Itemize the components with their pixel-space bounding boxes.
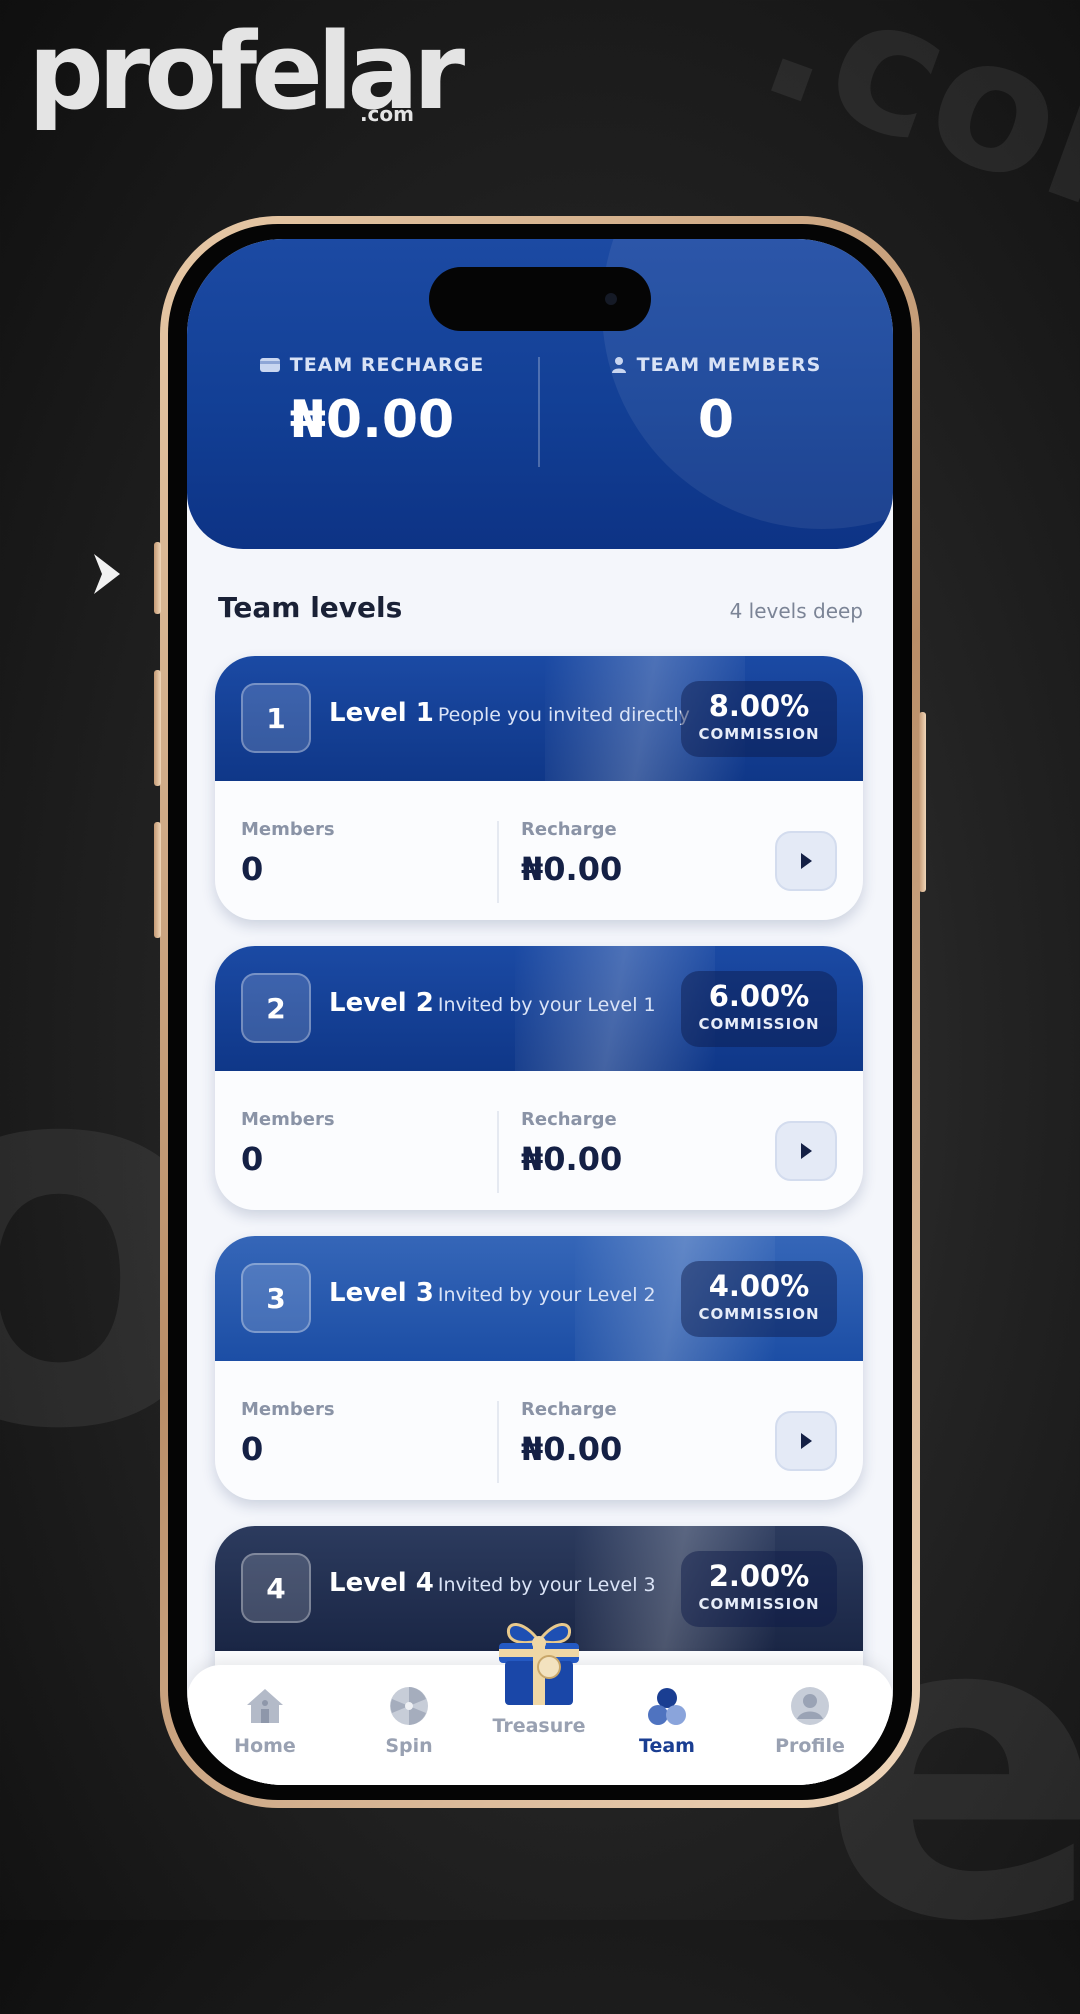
team-icon — [648, 1688, 686, 1725]
recharge-value: ₦0.00 — [521, 1430, 623, 1468]
level-title: Level 4 Invited by your Level 3 — [329, 1568, 656, 1598]
level-number-badge: 3 — [241, 1263, 311, 1333]
commission-rate: 4.00% — [708, 1269, 810, 1303]
level-header: 2 Level 2 Invited by your Level 1 6.00% C… — [215, 946, 863, 1071]
level-detail-button[interactable] — [775, 1121, 837, 1181]
team-members-label: TEAM MEMBERS — [636, 354, 822, 376]
nav-spin[interactable]: Spin — [349, 1685, 469, 1757]
gift-box-icon — [499, 1623, 579, 1705]
commission-label: COMMISSION — [698, 1015, 820, 1033]
team-members-value: 0 — [697, 390, 735, 450]
level-title: Level 2 Invited by your Level 1 — [329, 988, 656, 1018]
level-card-3[interactable]: 3 Level 3 Invited by your Level 2 4.00% C… — [215, 1236, 863, 1500]
level-number-badge: 4 — [241, 1553, 311, 1623]
level-card-2[interactable]: 2 Level 2 Invited by your Level 1 6.00% C… — [215, 946, 863, 1210]
nav-team-label: Team — [639, 1735, 695, 1757]
pointer-arrow-icon — [92, 552, 122, 600]
members-value: 0 — [241, 850, 264, 888]
phone-side-button — [919, 712, 926, 892]
phone-side-button — [154, 822, 161, 938]
team-recharge-stat: TEAM RECHARGE ₦0.00 — [207, 354, 537, 450]
commission-label: COMMISSION — [698, 1595, 820, 1613]
team-recharge-value: ₦0.00 — [289, 390, 455, 450]
commission-rate: 8.00% — [708, 689, 810, 723]
nav-profile[interactable]: Profile — [750, 1685, 870, 1757]
level-stats: Members 0 Recharge ₦0.00 — [215, 1081, 863, 1210]
commission-label: COMMISSION — [698, 725, 820, 743]
section-title: Team levels — [218, 591, 403, 624]
level-stats: Members 0 Recharge ₦0.00 — [215, 1371, 863, 1500]
play-arrow-icon — [801, 853, 812, 869]
spin-wheel-icon — [390, 1687, 428, 1725]
members-label: Members — [241, 819, 335, 840]
brand-suffix: .com — [359, 102, 414, 126]
commission-rate: 2.00% — [708, 1559, 810, 1593]
wallet-icon — [259, 358, 280, 372]
play-arrow-icon — [801, 1143, 812, 1159]
level-description: Invited by your Level 3 — [437, 1574, 656, 1596]
members-value: 0 — [241, 1430, 264, 1468]
recharge-value: ₦0.00 — [521, 1140, 623, 1178]
team-recharge-label: TEAM RECHARGE — [289, 354, 485, 376]
nav-home[interactable]: Home — [205, 1685, 325, 1757]
recharge-label: Recharge — [521, 1109, 617, 1130]
section-subtitle: 4 levels deep — [729, 599, 863, 623]
level-detail-button[interactable] — [775, 1411, 837, 1471]
recharge-value: ₦0.00 — [521, 850, 623, 888]
level-title: Level 1 People you invited directly — [329, 698, 690, 728]
phone-screen: TEAM RECHARGE ₦0.00 TEAM MEMBERS 0 Team … — [187, 239, 893, 1785]
dynamic-island — [429, 267, 651, 331]
home-icon — [247, 1689, 283, 1723]
level-header: 3 Level 3 Invited by your Level 2 4.00% C… — [215, 1236, 863, 1361]
profile-icon — [791, 1687, 829, 1725]
commission-badge: 6.00% COMMISSION — [681, 971, 837, 1047]
level-header: 1 Level 1 People you invited directly 8.0… — [215, 656, 863, 781]
level-name: Level 1 — [329, 698, 434, 728]
level-stats: Members 0 Recharge ₦0.00 — [215, 791, 863, 920]
commission-badge: 4.00% COMMISSION — [681, 1261, 837, 1337]
nav-team[interactable]: Team — [607, 1685, 727, 1757]
commission-badge: 2.00% COMMISSION — [681, 1551, 837, 1627]
members-label: Members — [241, 1399, 335, 1420]
nav-treasure-label: Treasure — [492, 1715, 586, 1737]
brand-logo: profelar .com — [28, 10, 465, 133]
nav-profile-label: Profile — [775, 1735, 845, 1757]
level-description: Invited by your Level 1 — [437, 994, 656, 1016]
level-number-badge: 1 — [241, 683, 311, 753]
level-detail-button[interactable] — [775, 831, 837, 891]
commission-label: COMMISSION — [698, 1305, 820, 1323]
phone-side-button — [154, 542, 161, 614]
play-arrow-icon — [801, 1433, 812, 1449]
commission-rate: 6.00% — [708, 979, 810, 1013]
commission-badge: 8.00% COMMISSION — [681, 681, 837, 757]
person-icon — [611, 357, 626, 373]
header-divider — [538, 357, 540, 467]
nav-home-label: Home — [234, 1735, 296, 1757]
level-card-1[interactable]: 1 Level 1 People you invited directly 8.0… — [215, 656, 863, 920]
phone-side-button — [154, 670, 161, 786]
nav-spin-label: Spin — [385, 1735, 433, 1757]
nav-treasure[interactable]: Treasure — [479, 1611, 599, 1737]
level-description: People you invited directly — [437, 704, 690, 726]
members-label: Members — [241, 1109, 335, 1130]
level-name: Level 2 — [329, 988, 434, 1018]
level-number-badge: 2 — [241, 973, 311, 1043]
level-title: Level 3 Invited by your Level 2 — [329, 1278, 656, 1308]
level-name: Level 4 — [329, 1568, 434, 1598]
recharge-label: Recharge — [521, 819, 617, 840]
members-value: 0 — [241, 1140, 264, 1178]
recharge-label: Recharge — [521, 1399, 617, 1420]
level-name: Level 3 — [329, 1278, 434, 1308]
team-members-stat: TEAM MEMBERS 0 — [551, 354, 881, 450]
level-description: Invited by your Level 2 — [437, 1284, 656, 1306]
